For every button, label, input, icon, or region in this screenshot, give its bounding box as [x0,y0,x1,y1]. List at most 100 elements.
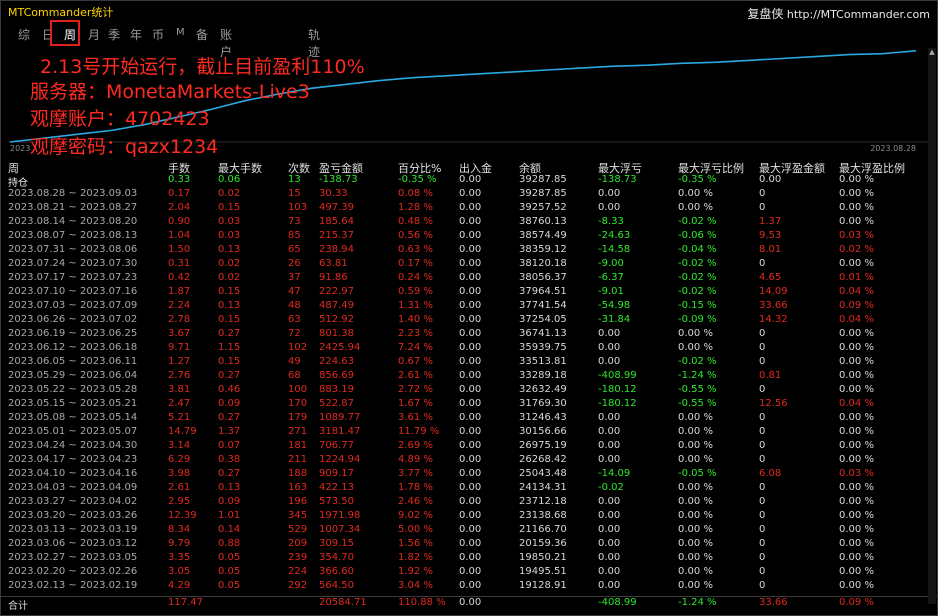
cell-count: 196 [288,496,308,507]
cell-max-lots: 0.27 [218,412,241,423]
cell-balance: 33513.81 [519,356,567,367]
table-row[interactable]: 2023.03.27 ~ 2023.04.02 2.95 0.09 196 573.50… [8,496,930,510]
cell-max-float-profit-pct: 0.00 % [839,356,874,367]
cell-max-drawdown: 0.00 [598,440,621,451]
cell-percent: 1.78 % [398,482,433,493]
table-row[interactable]: 2023.02.27 ~ 2023.03.05 3.35 0.05 239 354.70… [8,552,930,566]
cell-count: 48 [288,300,301,311]
table-row[interactable]: 2023.06.05 ~ 2023.06.11 1.27 0.15 49 224.63 0… [8,356,930,370]
table-row[interactable]: 2023.05.08 ~ 2023.05.14 5.21 0.27 179 1089.7… [8,412,930,426]
cell-percent: 0.63 % [398,244,433,255]
cell-max-float-profit-pct: 0.03 % [839,230,874,241]
total-max-float-profit-pct: 0.09 % [839,597,874,608]
cell-max-drawdown-pct: -0.15 % [678,300,717,311]
brand-url[interactable]: http://MTCommander.com [787,8,930,21]
cell-week: 2023.04.17 ~ 2023.04.23 [8,454,138,465]
cell-max-float-profit-pct: 0.00 % [839,454,874,465]
cell-pnl: 185.64 [319,216,354,227]
cell-week: 2023.08.14 ~ 2023.08.20 [8,216,138,227]
totals-bar: 合计 117.47 20584.71 110.88 % 0.00 -408.99… [0,596,938,613]
cell-max-float-profit-pct: 0.00 % [839,174,874,185]
cell-max-drawdown: 0.00 [598,524,621,535]
cell-percent: 0.56 % [398,230,433,241]
cell-balance: 25043.48 [519,468,567,479]
table-row[interactable]: 2023.08.07 ~ 2023.08.13 1.04 0.03 85 215.37 0… [8,230,930,244]
totals-row: 合计 117.47 20584.71 110.88 % 0.00 -408.99… [0,597,938,613]
cell-balance: 36741.13 [519,328,567,339]
table-row[interactable]: 2023.07.03 ~ 2023.07.09 2.24 0.13 48 487.49 1… [8,300,930,314]
table-row[interactable]: 2023.07.31 ~ 2023.08.06 1.50 0.13 65 238.94 0… [8,244,930,258]
table-row[interactable]: 2023.07.24 ~ 2023.07.30 0.31 0.02 26 63.81 0.… [8,258,930,272]
vertical-scrollbar[interactable]: ▲ [928,48,936,604]
cell-balance: 21166.70 [519,524,567,535]
table-row[interactable]: 2023.04.17 ~ 2023.04.23 6.29 0.38 211 1224.9… [8,454,930,468]
cell-max-float-profit: 0 [759,496,766,507]
cell-balance: 39287.85 [519,188,567,199]
table-row[interactable]: 2023.05.29 ~ 2023.06.04 2.76 0.27 68 856.69 2… [8,370,930,384]
cell-count: 68 [288,370,301,381]
total-deposit: 0.00 [459,597,482,608]
table-row[interactable]: 2023.03.20 ~ 2023.03.26 12.39 1.01 345 1971.… [8,510,930,524]
cell-deposit: 0.00 [459,566,482,577]
cell-percent: 0.17 % [398,258,433,269]
table-row[interactable]: 2023.05.01 ~ 2023.05.07 14.79 1.37 271 3181.… [8,426,930,440]
table-row[interactable]: 2023.02.13 ~ 2023.02.19 4.29 0.05 292 564.50… [8,580,930,594]
cell-balance: 31246.43 [519,412,567,423]
scroll-up-arrow-icon[interactable]: ▲ [929,48,935,58]
table-row[interactable]: 2023.03.06 ~ 2023.03.12 9.79 0.88 209 309.15… [8,538,930,552]
cell-balance: 38120.18 [519,258,567,269]
scrollbar-track[interactable] [928,48,936,604]
cell-pnl: -138.73 [319,174,358,185]
table-row[interactable]: 2023.06.19 ~ 2023.06.25 3.67 0.27 72 801.38 2… [8,328,930,342]
table-row[interactable]: 2023.08.28 ~ 2023.09.03 0.17 0.02 15 30.33 0.… [8,188,930,202]
cell-max-drawdown-pct: -0.06 % [678,230,717,241]
cell-deposit: 0.00 [459,286,482,297]
table-row[interactable]: 2023.04.03 ~ 2023.04.09 2.61 0.13 163 422.13… [8,482,930,496]
cell-week: 2023.05.01 ~ 2023.05.07 [8,426,138,437]
cell-pnl: 1089.77 [319,412,361,423]
table-row[interactable]: 2023.04.10 ~ 2023.04.16 3.98 0.27 188 909.17… [8,468,930,482]
table-row[interactable]: 2023.03.13 ~ 2023.03.19 8.34 0.14 529 1007.3… [8,524,930,538]
table-row[interactable]: 2023.05.15 ~ 2023.05.21 2.47 0.09 170 522.87… [8,398,930,412]
cell-max-lots: 0.13 [218,300,241,311]
cell-max-float-profit-pct: 0.00 % [839,552,874,563]
cell-max-drawdown-pct: 0.00 % [678,538,713,549]
cell-max-drawdown: -6.37 [598,272,624,283]
cell-max-lots: 0.03 [218,230,241,241]
table-row[interactable]: 2023.08.14 ~ 2023.08.20 0.90 0.03 73 185.64 0… [8,216,930,230]
table-row[interactable]: 2023.02.20 ~ 2023.02.26 3.05 0.05 224 366.60… [8,566,930,580]
cell-count: 188 [288,468,308,479]
cell-deposit: 0.00 [459,258,482,269]
cell-max-drawdown: -9.01 [598,286,624,297]
table-row-holding[interactable]: 持仓 0.33 0.06 13 -138.73 -0.35 % 0.00 39287.85 -1… [8,174,930,189]
cell-pnl: 522.87 [319,398,354,409]
cell-max-float-profit: 0 [759,426,766,437]
table-row[interactable]: 2023.08.21 ~ 2023.08.27 2.04 0.15 103 497.39… [8,202,930,216]
cell-max-drawdown: -14.09 [598,468,631,479]
tab-m[interactable]: M [176,27,185,38]
cell-max-drawdown-pct: 0.00 % [678,510,713,521]
cell-lots: 2.04 [168,202,191,213]
cell-lots: 5.21 [168,412,191,423]
cell-week: 2023.07.24 ~ 2023.07.30 [8,258,138,269]
cell-max-drawdown-pct: 0.00 % [678,426,713,437]
cell-max-float-profit-pct: 0.09 % [839,300,874,311]
cell-week: 2023.03.06 ~ 2023.03.12 [8,538,138,549]
table-row[interactable]: 2023.07.10 ~ 2023.07.16 1.87 0.15 47 222.97 0… [8,286,930,300]
table-row[interactable]: 2023.06.12 ~ 2023.06.18 9.71 1.15 102 2425.9… [8,342,930,356]
table-row[interactable]: 2023.07.17 ~ 2023.07.23 0.42 0.02 37 91.86 0.… [8,272,930,286]
cell-max-float-profit: 0 [759,454,766,465]
table-row[interactable]: 2023.04.24 ~ 2023.04.30 3.14 0.07 181 706.77… [8,440,930,454]
cell-week: 2023.06.26 ~ 2023.07.02 [8,314,138,325]
table-row[interactable]: 2023.06.26 ~ 2023.07.02 2.78 0.15 63 512.92 1… [8,314,930,328]
cell-week: 2023.08.21 ~ 2023.08.27 [8,202,138,213]
cell-deposit: 0.00 [459,202,482,213]
cell-percent: 0.48 % [398,216,433,227]
cell-max-float-profit-pct: 0.03 % [839,468,874,479]
cell-pnl: 91.86 [319,272,348,283]
cell-max-lots: 0.15 [218,314,241,325]
cell-count: 13 [288,174,301,185]
brand[interactable]: 复盘侠 http://MTCommander.com [747,5,930,22]
table-row[interactable]: 2023.05.22 ~ 2023.05.28 3.81 0.46 100 883.19… [8,384,930,398]
cell-max-drawdown-pct: 0.00 % [678,202,713,213]
